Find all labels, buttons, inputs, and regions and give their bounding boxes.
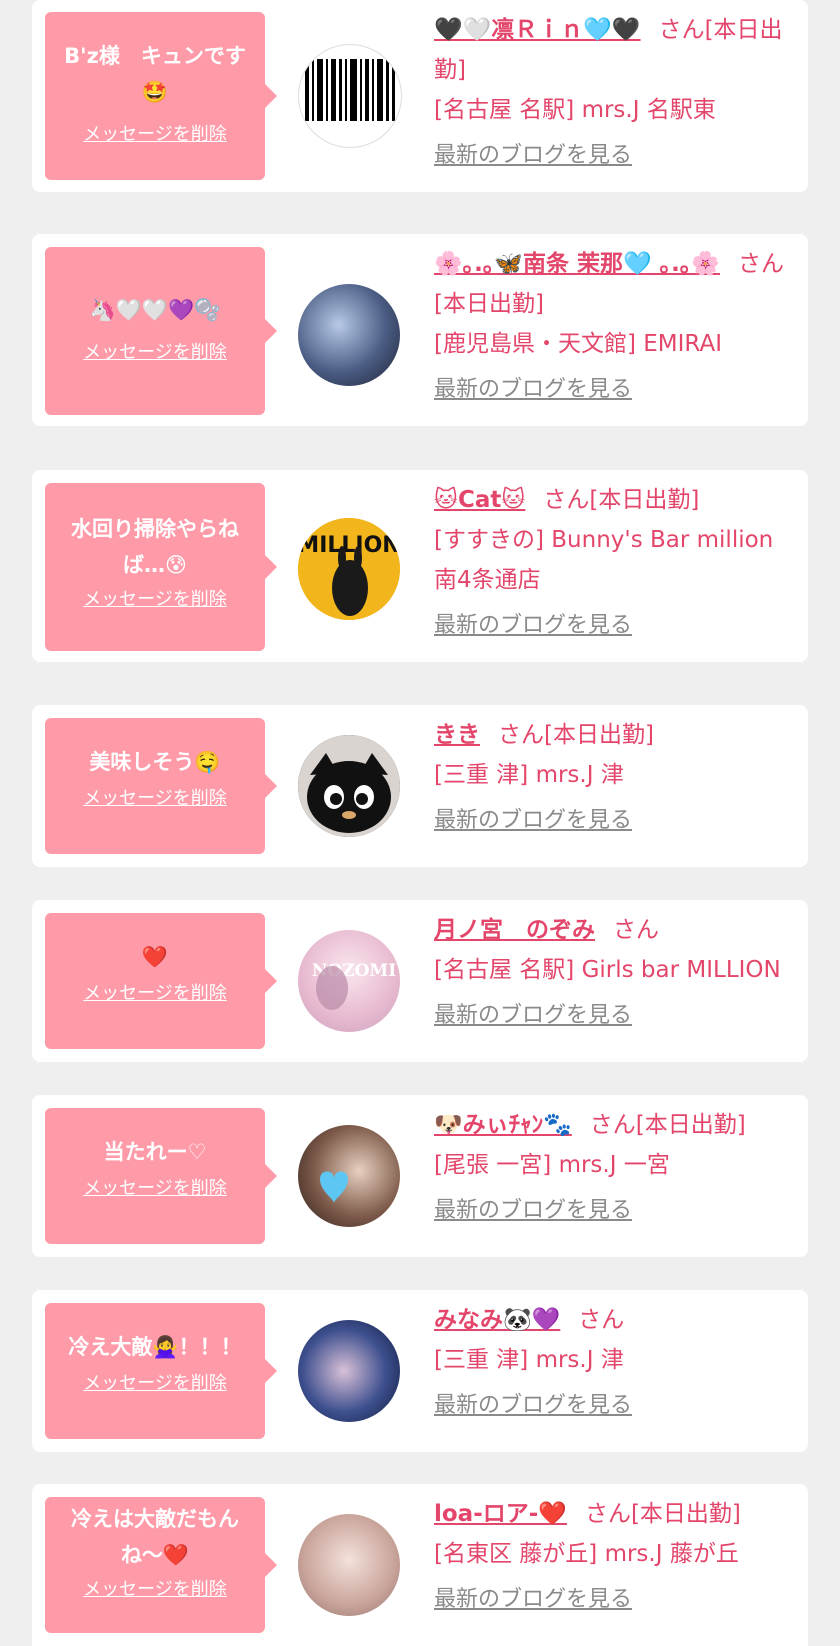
black-cat-icon	[298, 735, 400, 837]
delete-message-link[interactable]: メッセージを削除	[55, 1174, 255, 1200]
status-text: さん	[613, 917, 659, 943]
cast-name-link[interactable]: 月ノ宮 のぞみ	[434, 917, 595, 943]
avatar[interactable]	[298, 284, 400, 386]
shop-text: [名古屋 名駅] mrs.J 名駅東	[434, 97, 716, 123]
message-text: ❤️	[141, 945, 169, 969]
status-text: さん[本日出勤]	[589, 1112, 746, 1138]
cast-info: 🐱Cat🐱 さん[本日出勤] [すすきの] Bunny's Bar million…	[434, 480, 796, 646]
shop-text: [鹿児島県・天文館] EMIRAI	[434, 331, 722, 357]
list-item: 当たれー♡ メッセージを削除 🐶みぃﾁｬﾝ🐾 さん[本日出勤] [尾張 一宮] m…	[32, 1095, 808, 1257]
delete-message-link[interactable]: メッセージを削除	[55, 979, 255, 1005]
cast-info: きき さん[本日出勤] [三重 津] mrs.J 津 最新のブログを見る	[434, 715, 796, 841]
heart-sticker-icon	[320, 1171, 348, 1203]
blog-link[interactable]: 最新のブログを見る	[434, 1191, 796, 1231]
list-item: ❤️ メッセージを削除 NOZOMI 月ノ宮 のぞみ さん [名古屋 名駅] Gi…	[32, 900, 808, 1062]
list-item: 🦄🤍🤍💜🫧 メッセージを削除 🌸｡.｡🦋南条 茉那🩵 ｡.｡🌸 さん[本日出勤] …	[32, 234, 808, 426]
avatar[interactable]: MILLION	[298, 518, 400, 620]
magazine-cover-icon: MILLION	[298, 518, 400, 620]
delete-message-link[interactable]: メッセージを削除	[55, 585, 255, 611]
message-bubble: 冷えは大敵だもんね〜❤️ メッセージを削除	[45, 1497, 277, 1633]
cast-info: 🖤🤍凛Ｒｉｎ🩵🖤 さん[本日出勤] [名古屋 名駅] mrs.J 名駅東 最新のブ…	[434, 10, 796, 176]
avatar[interactable]	[298, 1320, 400, 1422]
blog-link[interactable]: 最新のブログを見る	[434, 370, 796, 410]
message-text: 当たれー♡	[103, 1140, 207, 1164]
nozomi-photo-icon: NOZOMI	[312, 961, 396, 1010]
cast-info: 🌸｡.｡🦋南条 茉那🩵 ｡.｡🌸 さん[本日出勤] [鹿児島県・天文館] EMIR…	[434, 244, 796, 410]
delete-message-link[interactable]: メッセージを削除	[55, 1369, 255, 1395]
status-text: さん	[578, 1307, 625, 1333]
avatar[interactable]: NOZOMI	[298, 930, 400, 1032]
shop-text: [名古屋 名駅] Girls bar MILLION	[434, 957, 781, 983]
cast-info: 🐶みぃﾁｬﾝ🐾 さん[本日出勤] [尾張 一宮] mrs.J 一宮 最新のブログを…	[434, 1105, 796, 1231]
cast-name-link[interactable]: きき	[434, 722, 480, 748]
blog-link[interactable]: 最新のブログを見る	[434, 996, 796, 1036]
cast-name-link[interactable]: 🐶みぃﾁｬﾝ🐾	[434, 1112, 572, 1138]
status-text: さん[本日出勤]	[584, 1501, 741, 1527]
blog-link[interactable]: 最新のブログを見る	[434, 136, 796, 176]
cast-name-link[interactable]: 🐱Cat🐱	[434, 487, 525, 513]
shop-text: [三重 津] mrs.J 津	[434, 1347, 624, 1373]
message-text: 冷え大敵🙅‍♀️！！！	[68, 1335, 242, 1359]
cast-name-link[interactable]: loa-ロア-❤️	[434, 1501, 567, 1527]
avatar[interactable]	[298, 1514, 400, 1616]
message-bubble: B'z様 キュンです🤩 メッセージを削除	[45, 12, 277, 180]
blog-link[interactable]: 最新のブログを見る	[434, 606, 796, 646]
message-text: 🦄🤍🤍💜🫧	[89, 298, 221, 322]
avatar[interactable]	[298, 44, 402, 148]
delete-message-link[interactable]: メッセージを削除	[55, 120, 255, 146]
barcode-icon	[305, 59, 395, 121]
cast-name-link[interactable]: 🖤🤍凛Ｒｉｎ🩵🖤	[434, 17, 641, 43]
cast-info: みなみ🐼💜 さん [三重 津] mrs.J 津 最新のブログを見る	[434, 1300, 796, 1426]
blog-link[interactable]: 最新のブログを見る	[434, 1580, 796, 1620]
shop-text: [すすきの] Bunny's Bar million 南4条通店	[434, 527, 774, 593]
message-list: B'z様 キュンです🤩 メッセージを削除 🖤🤍凛Ｒｉｎ🩵🖤 さん[本日出勤] […	[0, 0, 840, 1646]
svg-text:MILLION: MILLION	[298, 533, 400, 558]
shop-text: [尾張 一宮] mrs.J 一宮	[434, 1152, 670, 1178]
list-item: 冷えは大敵だもんね〜❤️ メッセージを削除 loa-ロア-❤️ さん[本日出勤] …	[32, 1484, 808, 1646]
message-bubble: 🦄🤍🤍💜🫧 メッセージを削除	[45, 247, 277, 415]
cast-name-link[interactable]: みなみ🐼💜	[434, 1307, 560, 1333]
delete-message-link[interactable]: メッセージを削除	[55, 1575, 255, 1601]
shop-text: [名東区 藤が丘] mrs.J 藤が丘	[434, 1541, 739, 1567]
message-text: B'z様 キュンです🤩	[64, 44, 246, 104]
message-bubble: 水回り掃除やらねば…😰 メッセージを削除	[45, 483, 277, 651]
blog-link[interactable]: 最新のブログを見る	[434, 801, 796, 841]
avatar[interactable]	[298, 735, 400, 837]
message-bubble: 冷え大敵🙅‍♀️！！！ メッセージを削除	[45, 1303, 277, 1439]
message-text: 水回り掃除やらねば…😰	[71, 517, 239, 577]
avatar[interactable]	[298, 1125, 400, 1227]
cast-info: loa-ロア-❤️ さん[本日出勤] [名東区 藤が丘] mrs.J 藤が丘 最新…	[434, 1494, 796, 1620]
list-item: 美味しそう🤤 メッセージを削除 きき さん[本日出勤] [三重 津] mrs.J …	[32, 705, 808, 867]
list-item: 冷え大敵🙅‍♀️！！！ メッセージを削除 みなみ🐼💜 さん [三重 津] mrs.…	[32, 1290, 808, 1452]
message-text: 冷えは大敵だもんね〜❤️	[71, 1507, 239, 1567]
delete-message-link[interactable]: メッセージを削除	[55, 338, 255, 364]
status-text: さん[本日出勤]	[543, 487, 700, 513]
cast-name-link[interactable]: 🌸｡.｡🦋南条 茉那🩵 ｡.｡🌸	[434, 251, 720, 277]
message-text: 美味しそう🤤	[89, 750, 221, 774]
delete-message-link[interactable]: メッセージを削除	[55, 784, 255, 810]
list-item: 水回り掃除やらねば…😰 メッセージを削除 MILLION 🐱Cat🐱 さん[本日出…	[32, 470, 808, 662]
status-text: さん[本日出勤]	[498, 722, 654, 748]
cast-info: 月ノ宮 のぞみ さん [名古屋 名駅] Girls bar MILLION 最新の…	[434, 910, 796, 1036]
message-bubble: 当たれー♡ メッセージを削除	[45, 1108, 277, 1244]
message-bubble: 美味しそう🤤 メッセージを削除	[45, 718, 277, 854]
message-bubble: ❤️ メッセージを削除	[45, 913, 277, 1049]
blog-link[interactable]: 最新のブログを見る	[434, 1386, 796, 1426]
shop-text: [三重 津] mrs.J 津	[434, 762, 624, 788]
list-item: B'z様 キュンです🤩 メッセージを削除 🖤🤍凛Ｒｉｎ🩵🖤 さん[本日出勤] […	[32, 0, 808, 192]
